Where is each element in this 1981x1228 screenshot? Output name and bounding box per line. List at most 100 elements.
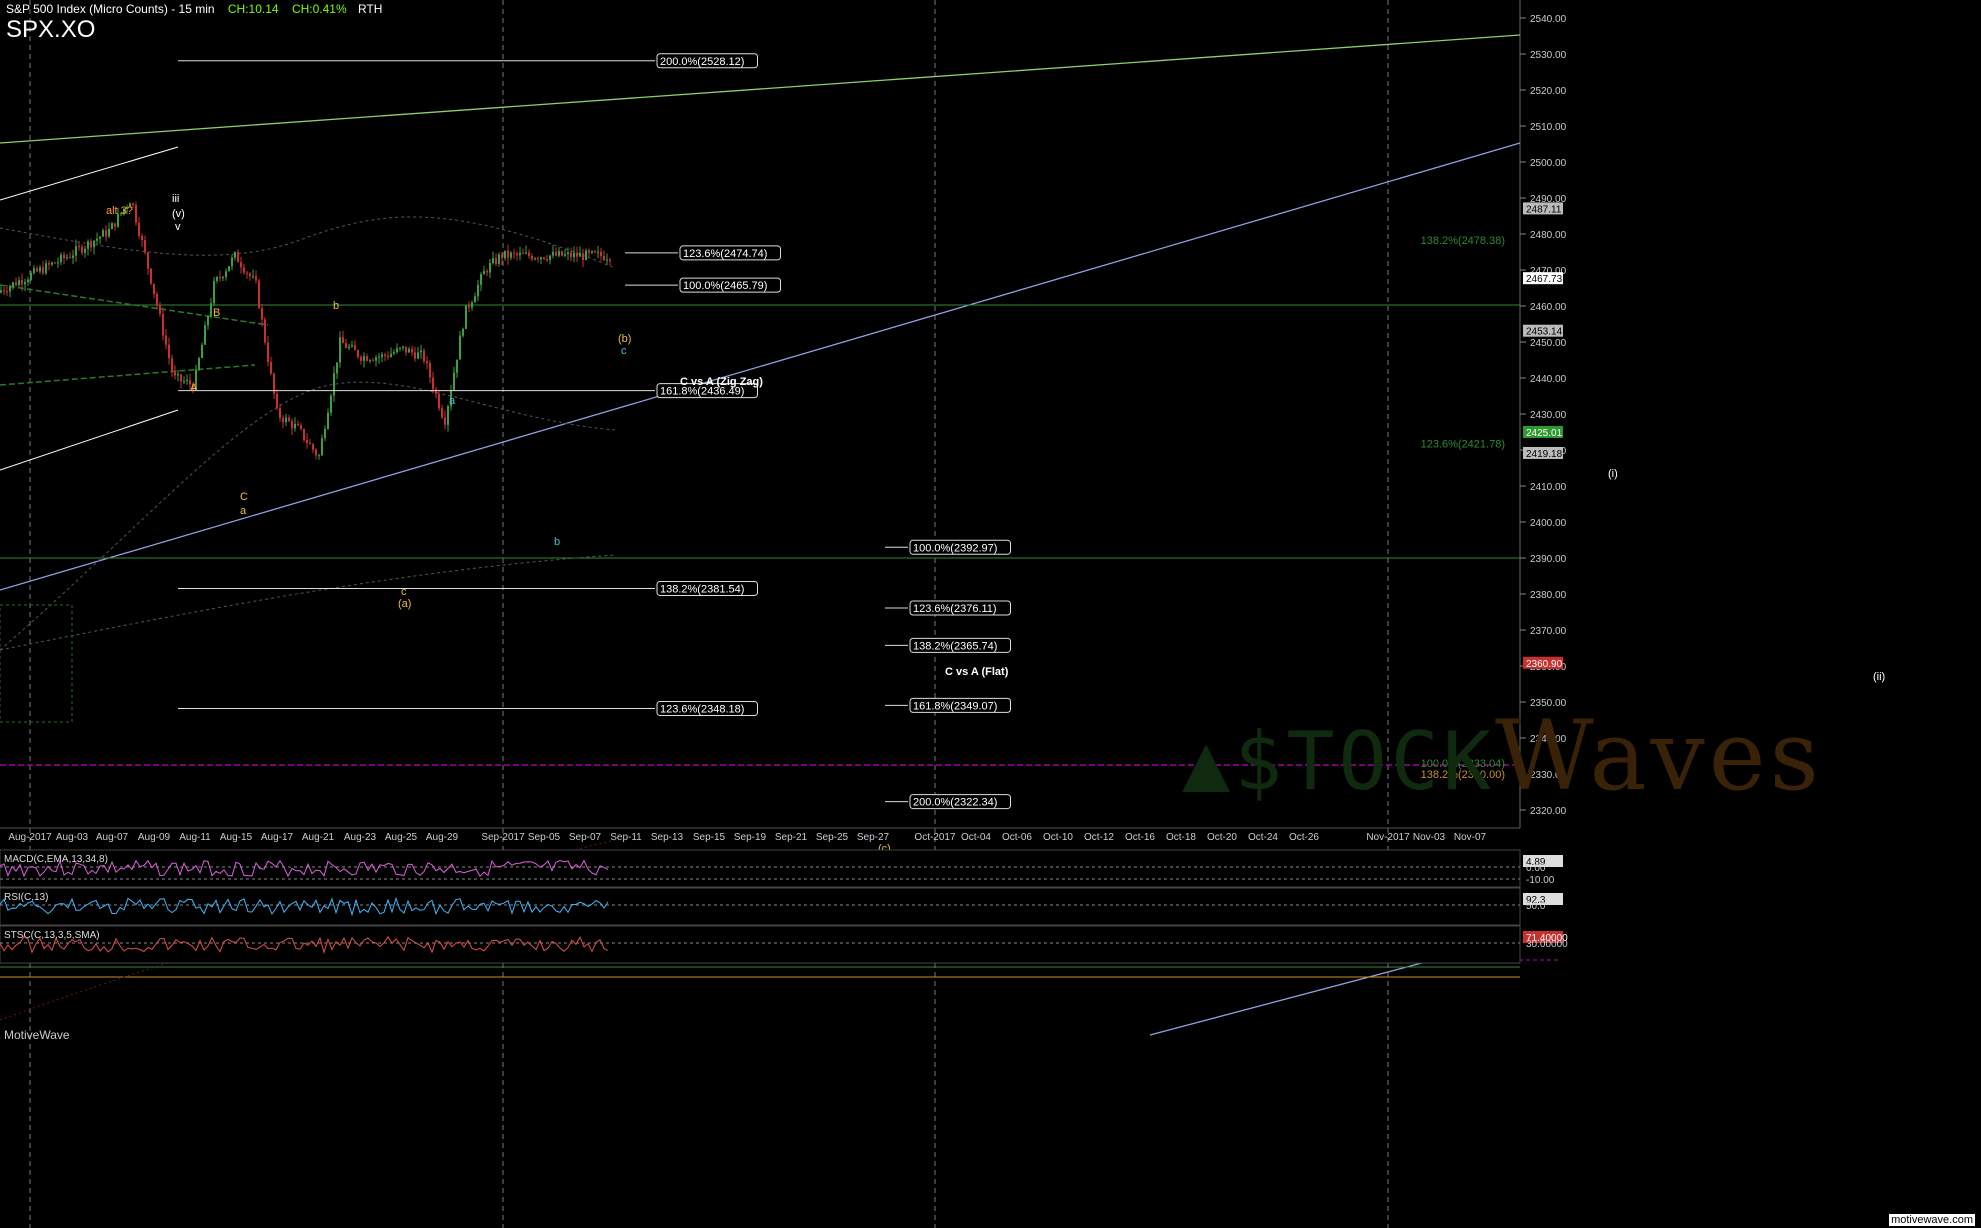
candle-body bbox=[159, 305, 161, 314]
candle-body bbox=[315, 449, 317, 456]
wave-label: iii bbox=[172, 193, 179, 205]
candle-body bbox=[21, 280, 23, 285]
candle-body bbox=[339, 337, 341, 363]
y-tick-label: 2430.00 bbox=[1530, 410, 1567, 421]
candle-body bbox=[390, 353, 392, 357]
candle-body bbox=[300, 425, 302, 429]
x-tick-label: Oct-2017 bbox=[914, 832, 956, 843]
candle-body bbox=[114, 223, 116, 227]
y-tick-label: 2380.00 bbox=[1530, 590, 1567, 601]
candle-body bbox=[432, 377, 434, 390]
candle-body bbox=[327, 412, 329, 429]
candle-body bbox=[3, 290, 5, 292]
candle-body bbox=[543, 257, 545, 260]
symbol-label: SPX.XO bbox=[6, 16, 96, 43]
y-tick-label: 2500.00 bbox=[1530, 158, 1567, 169]
wave-label: (ii) bbox=[1873, 671, 1885, 683]
candle-body bbox=[276, 393, 278, 409]
candle-body bbox=[306, 439, 308, 443]
candle-body bbox=[174, 371, 176, 376]
candle-body bbox=[537, 258, 539, 260]
candle-body bbox=[564, 254, 566, 256]
candle-body bbox=[528, 252, 530, 256]
x-tick-label: Aug-21 bbox=[302, 832, 335, 843]
candle-body bbox=[177, 374, 179, 376]
candle-body bbox=[87, 241, 89, 249]
candle-body bbox=[171, 358, 173, 372]
candle-body bbox=[441, 408, 443, 418]
candle-body bbox=[138, 222, 140, 236]
candle-body bbox=[156, 294, 158, 306]
candle-body bbox=[147, 252, 149, 269]
chart-title: S&P 500 Index (Micro Counts) - 15 min bbox=[6, 2, 215, 16]
candle-body bbox=[204, 325, 206, 345]
candle-body bbox=[216, 277, 218, 282]
y-tick-label: 2410.00 bbox=[1530, 482, 1567, 493]
candle-body bbox=[225, 271, 227, 278]
candle-body bbox=[180, 374, 182, 382]
candle-body bbox=[213, 281, 215, 304]
candle-body bbox=[366, 356, 368, 361]
candle-body bbox=[168, 344, 170, 359]
x-tick-label: Sep-15 bbox=[693, 832, 726, 843]
candle-body bbox=[531, 255, 533, 260]
candle-body bbox=[447, 406, 449, 425]
candle-body bbox=[135, 204, 137, 223]
stockwaves-watermark: ▲$TOCKWaves bbox=[1182, 700, 1823, 812]
candle-body bbox=[417, 352, 419, 359]
wave-label: alt 3? bbox=[106, 205, 133, 217]
candle-body bbox=[468, 305, 470, 308]
candle-body bbox=[72, 255, 74, 258]
indicator-panel bbox=[0, 925, 1521, 964]
candle-body bbox=[90, 241, 92, 248]
candle-body bbox=[378, 356, 380, 358]
x-tick-label: Sep-19 bbox=[734, 832, 767, 843]
x-tick-label: Sep-2017 bbox=[481, 832, 525, 843]
candle-body bbox=[291, 421, 293, 429]
candle-body bbox=[420, 350, 422, 353]
y-tick-label: 2450.00 bbox=[1530, 338, 1567, 349]
candle-body bbox=[567, 252, 569, 255]
candle-body bbox=[144, 240, 146, 253]
candle-body bbox=[321, 438, 323, 456]
x-tick-label: Aug-09 bbox=[138, 832, 171, 843]
candle-body bbox=[183, 381, 185, 383]
candle-body bbox=[84, 248, 86, 253]
candle-body bbox=[507, 250, 509, 258]
candle-body bbox=[492, 258, 494, 264]
candle-body bbox=[0, 290, 2, 293]
indicator-level-label: -10.00 bbox=[1526, 875, 1555, 886]
candle-body bbox=[237, 251, 239, 263]
candle-body bbox=[585, 250, 587, 260]
candle-body bbox=[303, 428, 305, 440]
change-value: CH:10.14 bbox=[227, 2, 279, 16]
wave-label-cyan: a bbox=[449, 395, 456, 407]
candle-body bbox=[384, 354, 386, 356]
candle-body bbox=[588, 250, 590, 253]
candle-body bbox=[264, 319, 266, 343]
y-tick-label: 2480.00 bbox=[1530, 230, 1567, 241]
candle-body bbox=[294, 423, 296, 429]
x-tick-label: Nov-03 bbox=[1413, 832, 1446, 843]
candle-body bbox=[480, 274, 482, 285]
candle-body bbox=[369, 360, 371, 362]
candle-body bbox=[207, 316, 209, 326]
candle-body bbox=[243, 267, 245, 273]
candle-body bbox=[519, 252, 521, 255]
candle-body bbox=[153, 283, 155, 295]
candle-body bbox=[399, 347, 401, 349]
session-label: RTH bbox=[357, 2, 383, 16]
chart-header: S&P 500 Index (Micro Counts) - 15 min CH… bbox=[6, 2, 382, 16]
y-tick-label: 2390.00 bbox=[1530, 554, 1567, 565]
candle-body bbox=[348, 346, 350, 349]
candle-body bbox=[510, 252, 512, 258]
candle-body bbox=[471, 302, 473, 308]
candle-body bbox=[81, 246, 83, 253]
candle-body bbox=[474, 296, 476, 303]
candle-body bbox=[51, 262, 53, 265]
price-tag-label: 2360.90 bbox=[1526, 659, 1563, 670]
candle-body bbox=[57, 262, 59, 264]
candle-body bbox=[258, 280, 260, 309]
indicator-panel bbox=[0, 849, 1521, 888]
candle-body bbox=[456, 359, 458, 373]
